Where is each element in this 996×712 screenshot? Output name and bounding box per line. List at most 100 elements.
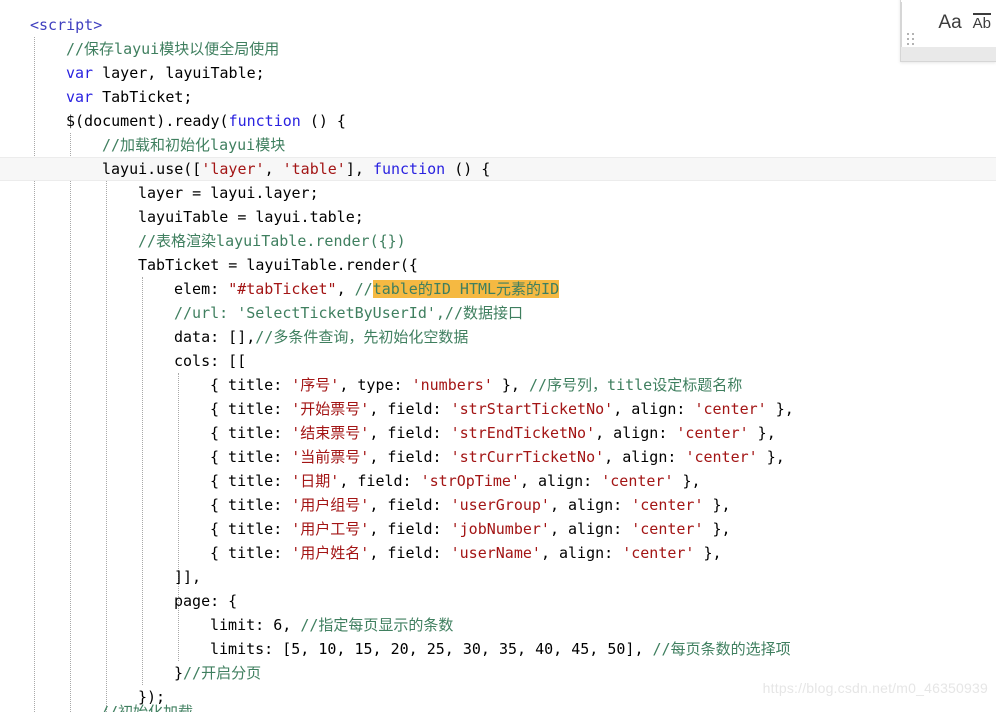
- code-token-comment: //多条件查询，先初始化空数据: [255, 328, 469, 346]
- code-token-comment: //开启分页: [183, 664, 262, 682]
- code-line[interactable]: { title: '用户姓名', field: 'userName', alig…: [0, 541, 996, 565]
- code-token-plain: { title:: [210, 496, 292, 514]
- code-token-plain: { title:: [210, 376, 292, 394]
- code-token-plain: },: [766, 400, 794, 418]
- code-line[interactable]: //加载和初始化layui模块: [0, 133, 996, 157]
- code-editor[interactable]: <script src="/content/js/bootstrap.js"><…: [0, 0, 996, 712]
- code-token-plain: }: [174, 664, 184, 682]
- watermark: https://blog.csdn.net/m0_46350939: [762, 680, 988, 696]
- code-line[interactable]: layui.use(['layer', 'table'], function (…: [0, 157, 996, 181]
- code-content[interactable]: <script> //保存layui模块以便全局使用 var layer, layu…: [0, 0, 996, 712]
- code-token-plain: limit: 6,: [210, 616, 301, 634]
- font-size-icon[interactable]: Aa: [938, 13, 961, 32]
- code-token-string: '用户姓名': [291, 544, 370, 562]
- code-token-string: 'jobNumber': [450, 520, 550, 538]
- code-line[interactable]: layuiTable = layui.table;: [0, 205, 996, 229]
- code-line[interactable]: cols: [[: [0, 349, 996, 373]
- code-token-plain: , field:: [369, 400, 451, 418]
- code-line[interactable]: //保存layui模块以便全局使用: [0, 37, 996, 61]
- code-line[interactable]: //url: 'SelectTicketByUserId',//数据接口: [0, 301, 996, 325]
- panel-footer: [901, 47, 996, 61]
- code-line[interactable]: data: [],//多条件查询，先初始化空数据: [0, 325, 996, 349]
- code-line[interactable]: { title: '当前票号', field: 'strCurrTicketNo…: [0, 445, 996, 469]
- code-token-plain: { title:: [210, 472, 292, 490]
- code-line[interactable]: { title: '日期', field: 'strOpTime', align…: [0, 469, 996, 493]
- code-token-plain: , field:: [369, 520, 451, 538]
- code-line[interactable]: { title: '开始票号', field: 'strStartTicketN…: [0, 397, 996, 421]
- code-token-plain: , align:: [519, 472, 602, 490]
- code-line[interactable]: ]],: [0, 565, 996, 589]
- code-token-string: 'userGroup': [450, 496, 550, 514]
- code-token-plain: page: {: [174, 592, 238, 610]
- code-line[interactable]: { title: '序号', type: 'numbers' }, //序号列，…: [0, 373, 996, 397]
- code-token-plain: limits: [5, 10, 15, 20, 25, 30, 35, 40, …: [210, 640, 653, 658]
- code-token-plain: , align:: [595, 424, 677, 442]
- code-token-string: '开始票号': [291, 400, 370, 418]
- code-token-string: '日期': [291, 472, 340, 490]
- code-token-plain: { title:: [210, 544, 292, 562]
- code-token-plain: TabTicket = layuiTable.render({: [138, 256, 418, 274]
- code-token-plain: , align:: [540, 544, 623, 562]
- code-token-plain: data: [],: [174, 328, 256, 346]
- code-token-plain: , field:: [339, 472, 421, 490]
- code-token-string: '用户组号': [291, 496, 370, 514]
- code-token-string: 'strCurrTicketNo': [450, 448, 605, 466]
- code-line[interactable]: page: {: [0, 589, 996, 613]
- code-token-string: 'center': [676, 424, 749, 442]
- code-token-plain: { title:: [210, 448, 292, 466]
- code-token-comment: //序号列，title设定标题名称: [529, 376, 743, 394]
- code-token-plain: },: [694, 544, 722, 562]
- code-token-string: 'layer': [201, 160, 265, 178]
- code-line[interactable]: { title: '用户工号', field: 'jobNumber', ali…: [0, 517, 996, 541]
- code-token-string: 'center': [694, 400, 767, 418]
- code-token-string: 'center': [601, 472, 674, 490]
- code-token-plain: },: [748, 424, 776, 442]
- code-token-plain: layuiTable = layui.table;: [138, 208, 364, 226]
- code-token-string: 'center': [622, 544, 695, 562]
- code-token-plain: layer, layuiTable;: [93, 64, 265, 82]
- code-token-plain: , field:: [369, 544, 451, 562]
- panel-header: table的: [901, 0, 996, 2]
- code-line[interactable]: var TabTicket;: [0, 85, 996, 109]
- code-token-plain: () {: [300, 112, 346, 130]
- code-token-plain: , field:: [369, 496, 451, 514]
- code-line[interactable]: elem: "#tabTicket", //table的ID HTML元素的ID: [0, 277, 996, 301]
- code-token-plain: , align:: [549, 520, 632, 538]
- drag-handle-icon[interactable]: [907, 33, 917, 45]
- code-token-comment: //url: 'SelectTicketByUserId',//数据接口: [174, 304, 523, 322]
- code-token-keyword: var: [66, 88, 94, 106]
- code-line[interactable]: TabTicket = layuiTable.render({: [0, 253, 996, 277]
- code-line[interactable]: limits: [5, 10, 15, 20, 25, 30, 35, 40, …: [0, 637, 996, 661]
- code-token-string: 'userName': [450, 544, 541, 562]
- code-token-comment: //指定每页显示的条数: [300, 616, 454, 634]
- code-line[interactable]: //表格渲染layuiTable.render({}): [0, 229, 996, 253]
- code-token-string: 'strOpTime': [420, 472, 520, 490]
- code-token-plain: },: [673, 472, 701, 490]
- code-token-plain: , align:: [549, 496, 632, 514]
- code-token-tag: <script>: [30, 16, 103, 34]
- code-line[interactable]: layer = layui.layer;: [0, 181, 996, 205]
- code-token-string: 'numbers': [411, 376, 493, 394]
- code-line[interactable]: var layer, layuiTable;: [0, 61, 996, 85]
- code-line[interactable]: { title: '用户组号', field: 'userGroup', ali…: [0, 493, 996, 517]
- code-token-keyword: var: [66, 64, 94, 82]
- code-token-plain: { title:: [210, 424, 292, 442]
- code-line[interactable]: <script>: [0, 13, 996, 37]
- bottom-cut-text: //初始化加载: [100, 703, 194, 712]
- code-token-string: '当前票号': [291, 448, 370, 466]
- code-token-plain: },: [492, 376, 529, 394]
- code-token-string: "#tabTicket": [228, 280, 337, 298]
- code-token-plain: ],: [345, 160, 373, 178]
- code-token-plain: , field:: [369, 448, 451, 466]
- code-line[interactable]: { title: '结束票号', field: 'strEndTicketNo'…: [0, 421, 996, 445]
- code-token-string: 'table': [282, 160, 346, 178]
- code-token-string: '结束票号': [291, 424, 370, 442]
- code-token-string: 'center': [631, 496, 704, 514]
- code-token-plain: () {: [445, 160, 491, 178]
- code-line[interactable]: limit: 6, //指定每页显示的条数: [0, 613, 996, 637]
- floating-toolbar-panel[interactable]: table的 Aa Ab: [900, 0, 996, 62]
- code-token-string: 'strEndTicketNo': [450, 424, 596, 442]
- code-line[interactable]: $(document).ready(function () {: [0, 109, 996, 133]
- text-underline-icon[interactable]: Ab: [972, 13, 991, 31]
- cut-off-bottom-line: //初始化加载: [0, 700, 193, 712]
